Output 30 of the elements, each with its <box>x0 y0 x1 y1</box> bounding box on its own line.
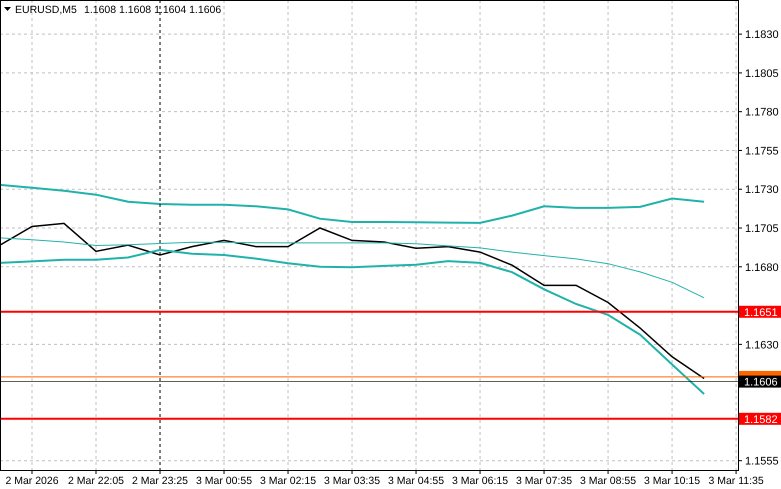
price-tag: 1.1651 <box>739 306 781 319</box>
ref-line-label: 1.1582 <box>744 414 778 426</box>
price-axis-label: 1.1630 <box>745 339 779 352</box>
time-axis-label: 2 Mar 23:25 <box>132 475 188 487</box>
time-axis-label: 3 Mar 00:55 <box>196 475 252 487</box>
price-axis-label: 1.1830 <box>745 29 779 42</box>
time-axis-label: 3 Mar 11:35 <box>708 475 764 487</box>
price-tag: 1.1606 <box>739 376 781 389</box>
time-axis-label: 3 Mar 07:35 <box>516 475 572 487</box>
price-axis-label: 1.1705 <box>745 223 779 236</box>
ref-line-label: 1.1606 <box>744 376 778 389</box>
price-axis-label: 1.1555 <box>745 456 779 468</box>
time-axis-label: 3 Mar 06:15 <box>452 475 508 487</box>
time-axis-label: 3 Mar 04:55 <box>388 475 444 487</box>
time-axis-label: 2 Mar 22:05 <box>68 475 124 487</box>
time-axis-label: 3 Mar 02:15 <box>260 475 316 487</box>
chart-quotes: 1.1608 1.1608 1.1604 1.1606 <box>84 4 222 16</box>
time-axis-label: 3 Mar 03:35 <box>324 475 380 487</box>
time-axis-label: 3 Mar 08:55 <box>580 475 636 487</box>
price-tag: 1.1582 <box>739 412 781 426</box>
price-axis-label: 1.1805 <box>745 68 779 80</box>
price-axis-label: 1.1780 <box>745 106 779 119</box>
price-axis-label: 1.1755 <box>745 145 779 158</box>
price-axis-label: 1.1680 <box>745 262 779 274</box>
ref-line-label: 1.1651 <box>744 306 778 319</box>
time-axis-label: 3 Mar 10:15 <box>644 475 700 487</box>
dropdown-triangle-icon[interactable] <box>4 7 11 11</box>
time-axis-label: 2 Mar 2026 <box>5 475 59 487</box>
chart-symbol: EURUSD,M5 <box>15 4 77 16</box>
price-axis-label: 1.1730 <box>745 184 779 196</box>
